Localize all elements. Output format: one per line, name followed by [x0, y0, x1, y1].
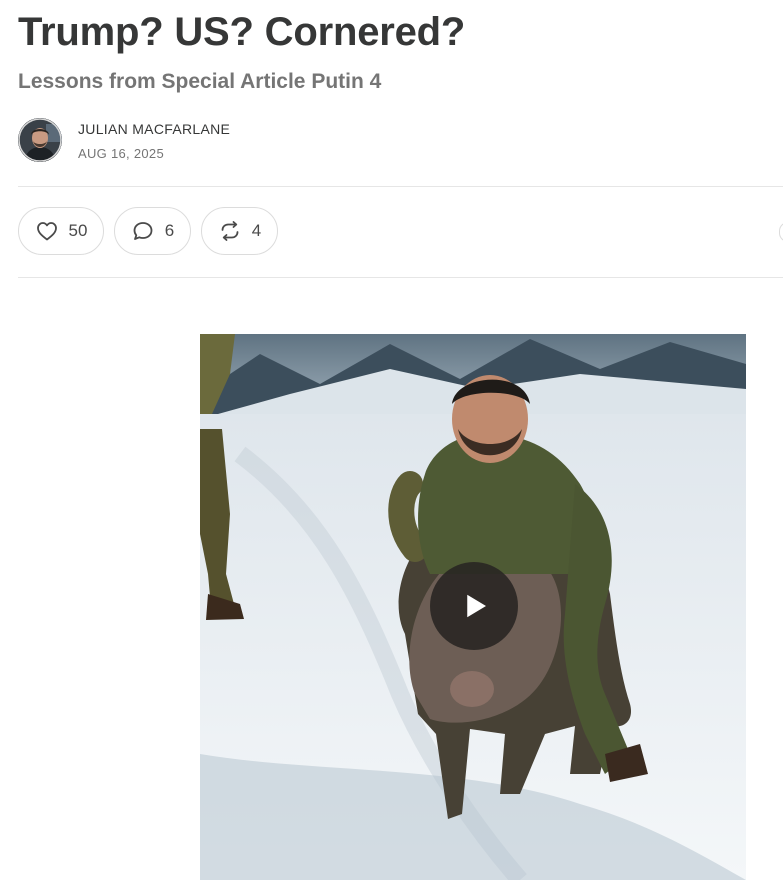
post-date: AUG 16, 2025 [78, 146, 164, 161]
post-subtitle: Lessons from Special Article Putin 4 [18, 70, 382, 93]
like-count: 50 [68, 221, 88, 240]
heart-icon [36, 222, 57, 241]
video-player[interactable] [200, 334, 746, 880]
like-button[interactable]: 50 [18, 207, 104, 255]
divider [18, 277, 783, 278]
restack-button[interactable]: 4 [201, 207, 278, 255]
comment-count: 6 [164, 221, 175, 240]
author-avatar[interactable] [18, 118, 62, 162]
author-name[interactable]: JULIAN MACFARLANE [78, 121, 230, 137]
share-button[interactable] [779, 222, 783, 242]
divider [18, 186, 783, 187]
play-button[interactable] [430, 562, 518, 650]
restack-count: 4 [251, 221, 262, 240]
post-page: Trump? US? Cornered? Lessons from Specia… [0, 0, 783, 880]
post-title: Trump? US? Cornered? [18, 10, 466, 54]
avatar-image [18, 118, 62, 162]
comment-button[interactable]: 6 [114, 207, 191, 255]
comment-bubble-icon [133, 222, 153, 240]
play-icon [467, 594, 486, 618]
restack-icon [221, 221, 239, 241]
